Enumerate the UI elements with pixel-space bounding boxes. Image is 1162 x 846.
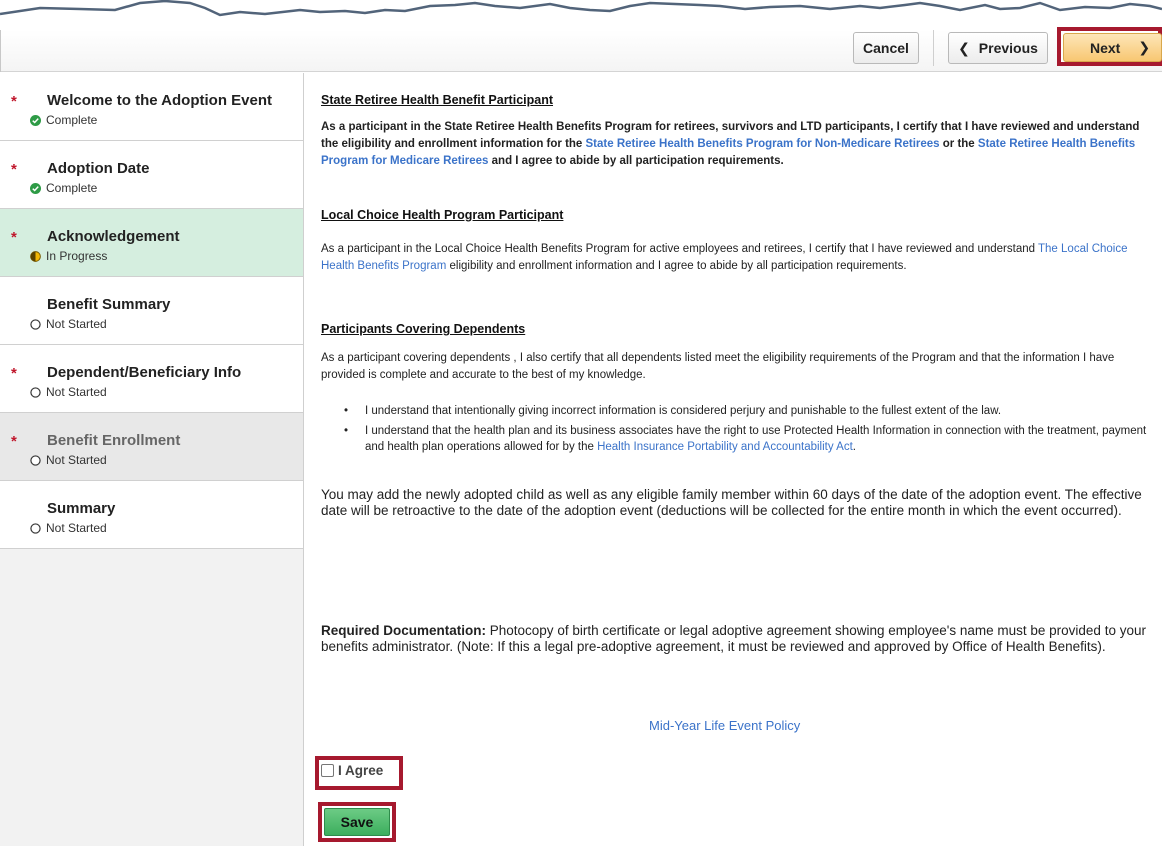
adoption-note: You may add the newly adopted child as w… xyxy=(321,487,1142,518)
chevron-right-icon: ❯ xyxy=(1138,39,1151,55)
section-title-local-choice: Local Choice Health Program Participant xyxy=(321,208,564,222)
step-benefit-summary[interactable]: Benefit Summary Not Started xyxy=(0,277,303,345)
step-benefit-enrollment: * Benefit Enrollment Not Started xyxy=(0,413,303,481)
paragraph-text: and I agree to abide by all participatio… xyxy=(488,155,784,167)
step-title: Benefit Enrollment xyxy=(47,432,181,449)
step-status-text: Not Started xyxy=(46,453,107,467)
required-marker: * xyxy=(11,161,17,178)
step-adoption-date[interactable]: * Adoption Date Complete xyxy=(0,141,303,209)
cancel-button[interactable]: Cancel xyxy=(853,32,919,64)
toolbar-separator xyxy=(933,30,934,66)
step-status: Not Started xyxy=(30,521,107,535)
half-circle-icon xyxy=(30,250,41,262)
next-button[interactable]: Next ❯ xyxy=(1063,33,1162,62)
step-status: In Progress xyxy=(30,249,107,263)
step-status: Complete xyxy=(30,181,97,195)
dependents-paragraph: As a participant covering dependents , I… xyxy=(321,352,1115,381)
step-navigation: * Welcome to the Adoption Event Complete… xyxy=(0,73,304,846)
required-marker: * xyxy=(11,433,17,450)
step-status-text: Not Started xyxy=(46,521,107,535)
non-medicare-retirees-link[interactable]: State Retiree Health Benefits Program fo… xyxy=(586,138,940,150)
step-status-text: Not Started xyxy=(46,317,107,331)
save-label: Save xyxy=(340,814,374,830)
step-title: Summary xyxy=(47,500,116,517)
step-status: Not Started xyxy=(30,317,107,331)
step-title: Adoption Date xyxy=(47,160,150,177)
cancel-label: Cancel xyxy=(863,40,909,56)
step-summary[interactable]: Summary Not Started xyxy=(0,481,303,549)
list-item: I understand that the health plan and it… xyxy=(321,423,1147,455)
list-item: I understand that intentionally giving i… xyxy=(321,403,1147,419)
save-button[interactable]: Save xyxy=(324,808,390,836)
step-acknowledgement[interactable]: * Acknowledgement In Progress xyxy=(0,209,303,277)
check-circle-icon xyxy=(30,182,41,194)
step-title: Dependent/Beneficiary Info xyxy=(47,364,242,381)
required-marker: * xyxy=(11,365,17,382)
agree-label[interactable]: I Agree xyxy=(338,763,383,778)
step-dependent-beneficiary-info[interactable]: * Dependent/Beneficiary Info Not Started xyxy=(0,345,303,413)
list-item-text: . xyxy=(852,441,856,453)
paragraph-text: or the xyxy=(939,138,978,150)
state-retiree-paragraph: As a participant in the State Retiree He… xyxy=(321,119,1147,170)
step-status-text: Complete xyxy=(46,113,98,127)
next-label: Next xyxy=(1090,39,1121,56)
empty-circle-icon xyxy=(30,522,41,534)
paragraph-text: As a participant in the Local Choice Hea… xyxy=(321,243,1039,255)
previous-button[interactable]: ❮ Previous xyxy=(948,32,1048,64)
check-circle-icon xyxy=(30,114,41,126)
required-documentation-label: Required Documentation: xyxy=(321,623,487,638)
required-marker: * xyxy=(11,93,17,110)
agree-checkbox[interactable] xyxy=(321,764,334,777)
step-status-text: Complete xyxy=(46,181,98,195)
empty-circle-icon xyxy=(30,454,41,466)
chevron-left-icon: ❮ xyxy=(958,39,970,56)
paragraph-text: eligibility and enrollment information a… xyxy=(446,260,907,272)
required-marker: * xyxy=(11,229,17,246)
step-status: Not Started xyxy=(30,385,107,399)
hipaa-link[interactable]: Health Insurance Portability and Account… xyxy=(597,441,853,453)
empty-circle-icon xyxy=(30,386,41,398)
banner-mountain-graphic xyxy=(0,0,1162,30)
previous-label: Previous xyxy=(978,40,1038,56)
step-title: Welcome to the Adoption Event xyxy=(47,92,273,109)
empty-circle-icon xyxy=(30,318,41,330)
agree-checkbox-row[interactable]: I Agree xyxy=(321,763,383,778)
step-title: Benefit Summary xyxy=(47,296,171,313)
step-status: Not Started xyxy=(30,453,107,467)
top-toolbar: Cancel ❮ Previous Next ❯ xyxy=(0,0,1162,72)
step-status-text: In Progress xyxy=(46,249,108,263)
mid-year-policy-link[interactable]: Mid-Year Life Event Policy xyxy=(649,718,800,733)
section-title-state-retiree: State Retiree Health Benefit Participant xyxy=(321,93,554,107)
local-choice-paragraph: As a participant in the Local Choice Hea… xyxy=(321,241,1147,275)
acknowledgement-content: State Retiree Health Benefit Participant… xyxy=(305,73,1162,846)
certification-list: I understand that intentionally giving i… xyxy=(321,403,1147,459)
step-status-text: Not Started xyxy=(46,385,107,399)
toolbar-edge xyxy=(0,30,11,72)
required-documentation: Required Documentation: Photocopy of bir… xyxy=(321,623,1157,655)
section-title-dependents: Participants Covering Dependents xyxy=(321,322,526,336)
step-status: Complete xyxy=(30,113,97,127)
step-welcome[interactable]: * Welcome to the Adoption Event Complete xyxy=(0,73,303,141)
step-title: Acknowledgement xyxy=(47,228,180,245)
